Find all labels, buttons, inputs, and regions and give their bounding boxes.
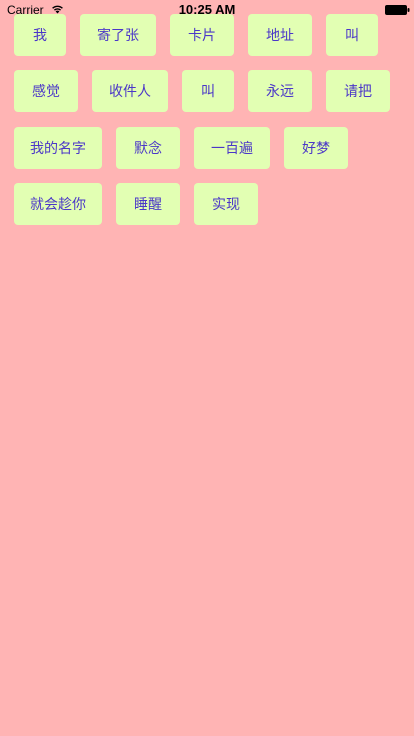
status-bar: Carrier 10:25 AM xyxy=(0,0,414,20)
tag-button[interactable]: 我的名字 xyxy=(14,127,102,169)
tag-button[interactable]: 好梦 xyxy=(284,127,348,169)
tag-button[interactable]: 就会趁你 xyxy=(14,183,102,225)
clock-time: 10:25 AM xyxy=(178,2,236,17)
tag-button[interactable]: 感觉 xyxy=(14,70,78,112)
tag-button[interactable]: 永远 xyxy=(248,70,312,112)
tag-button[interactable]: 我 xyxy=(14,14,66,56)
tag-button[interactable]: 叫 xyxy=(326,14,378,56)
tag-button[interactable]: 叫 xyxy=(182,70,234,112)
tag-button[interactable]: 默念 xyxy=(116,127,180,169)
app-screen: Carrier 10:25 AM 我 寄了张 卡片 地址 叫 感觉 收件人 叫 … xyxy=(0,0,414,736)
tag-button[interactable]: 实现 xyxy=(194,183,258,225)
tag-button[interactable]: 收件人 xyxy=(92,70,168,112)
tag-button[interactable]: 请把 xyxy=(326,70,390,112)
tag-button[interactable]: 睡醒 xyxy=(116,183,180,225)
battery-full-icon xyxy=(385,5,410,15)
tag-button[interactable]: 地址 xyxy=(248,14,312,56)
tag-button[interactable]: 一百遍 xyxy=(194,127,270,169)
tag-button[interactable]: 卡片 xyxy=(170,14,234,56)
tag-button[interactable]: 寄了张 xyxy=(80,14,156,56)
